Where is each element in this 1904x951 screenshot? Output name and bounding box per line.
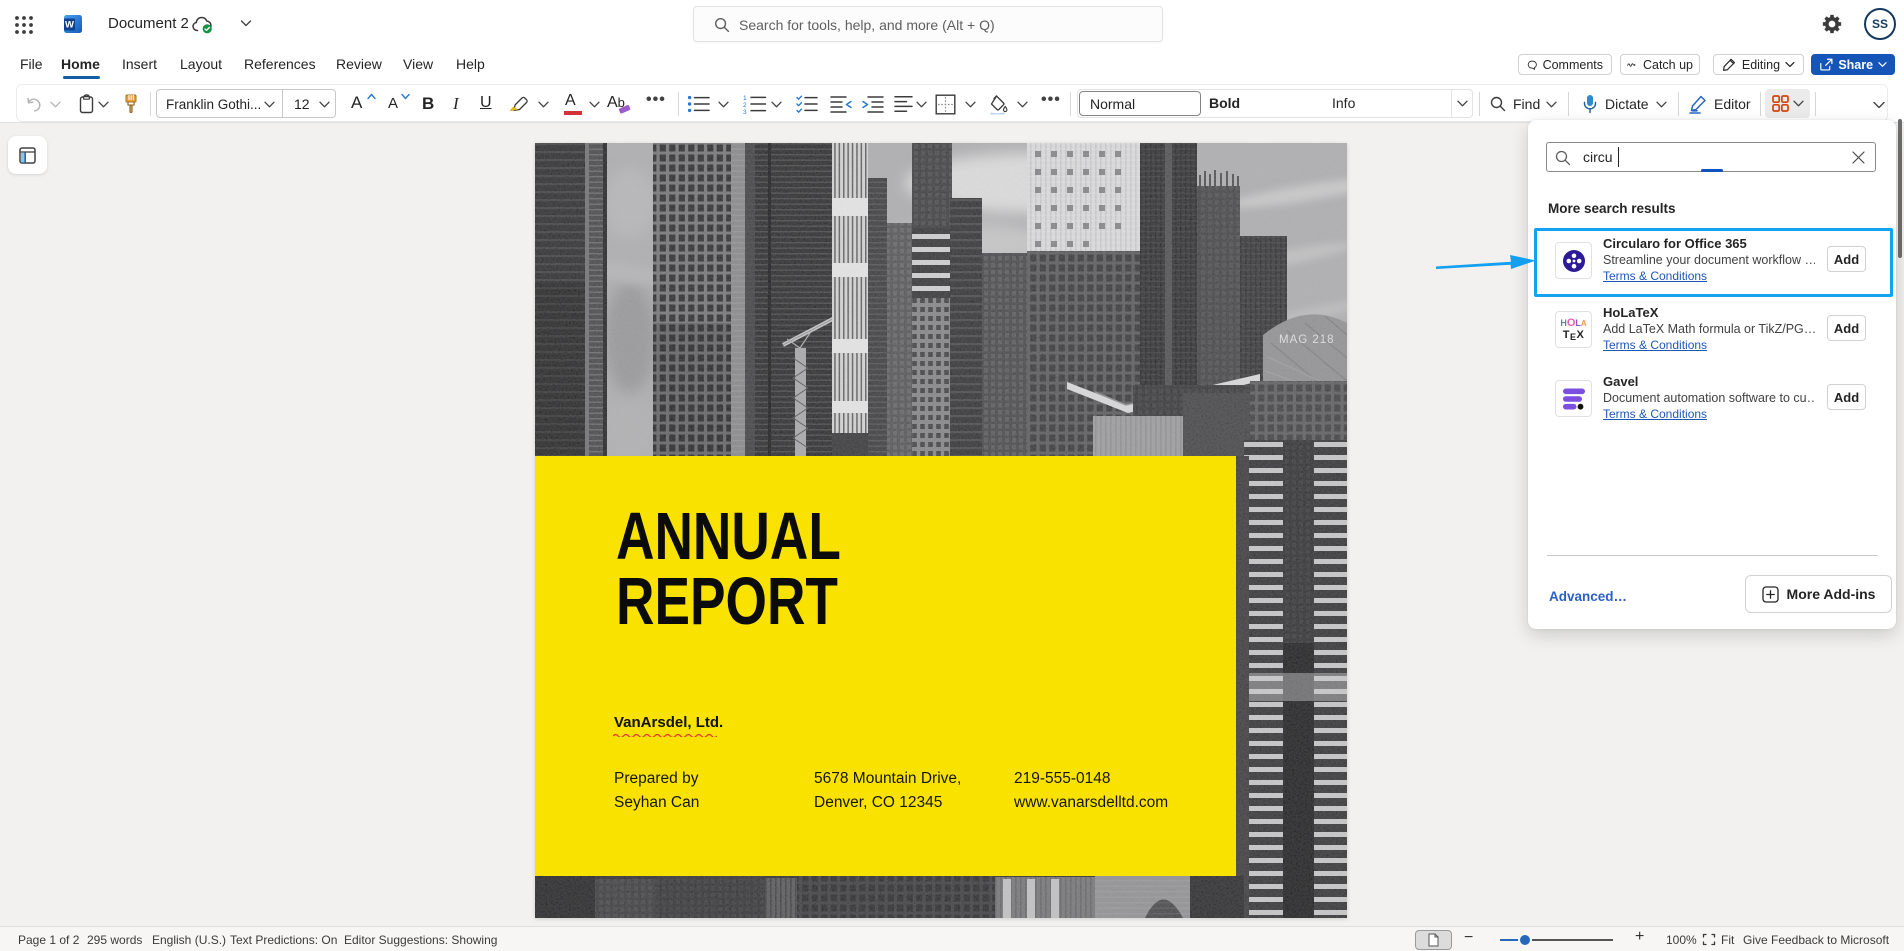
- svg-text:W: W: [65, 20, 74, 31]
- svg-text:3: 3: [743, 109, 747, 114]
- svg-text:1: 1: [743, 95, 747, 102]
- svg-text:2: 2: [743, 102, 747, 109]
